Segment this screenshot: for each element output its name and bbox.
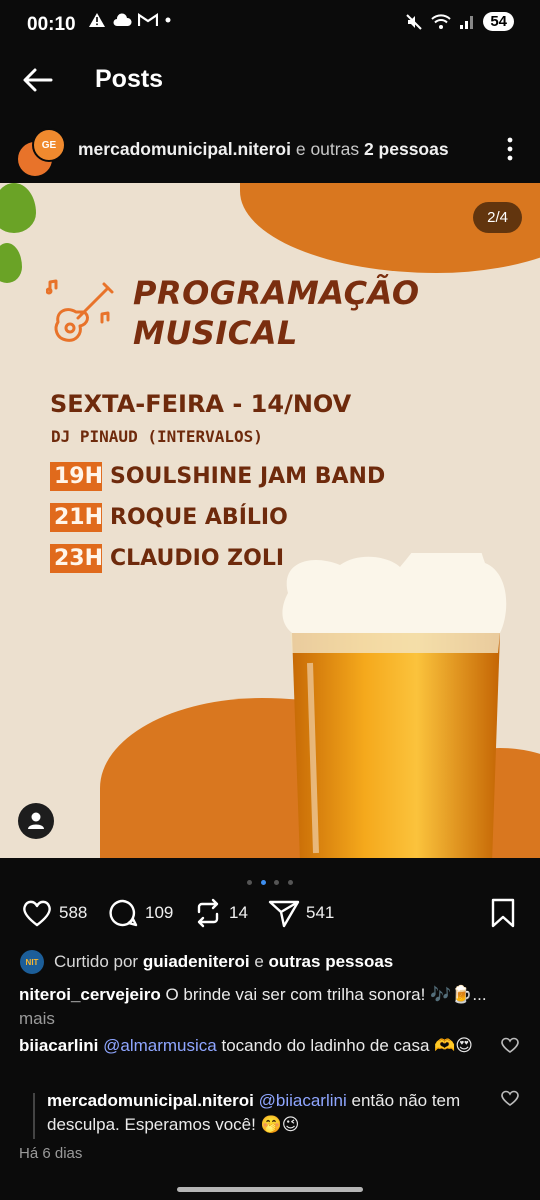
liked-by-others[interactable]: outras pessoas: [269, 952, 394, 971]
lineup-time: 23H: [50, 543, 103, 573]
liked-avatar-label: NIT: [25, 957, 39, 967]
guitar-icon: [46, 279, 114, 342]
comment-username[interactable]: mercadomunicipal.niteroi: [47, 1091, 254, 1110]
collab-avatar-label: GE: [41, 139, 57, 151]
liked-by-user[interactable]: guiadeniteroi: [143, 952, 250, 971]
status-bar: 00:10 54: [0, 0, 540, 52]
post-author-line[interactable]: mercadomunicipal.niteroi e outras 2 pess…: [78, 139, 449, 160]
share-button[interactable]: 541: [268, 898, 334, 928]
mute-icon: [406, 13, 423, 30]
caption-text: O brinde vai ser com trilha sonora! 🎶🍺..…: [165, 985, 487, 1004]
status-notification-icons: [88, 12, 172, 28]
liked-by-prefix: Curtido por: [54, 952, 139, 971]
send-icon: [268, 900, 300, 928]
reply-first-line: mercadomunicipal.niteroi @biiacarlini en…: [47, 1089, 487, 1113]
post-action-bar: 588 109 14 541: [0, 895, 540, 935]
wifi-icon: [431, 13, 452, 29]
lineup-time: 21H: [50, 502, 103, 532]
author-username[interactable]: mercadomunicipal.niteroi: [78, 139, 291, 159]
like-button[interactable]: 588: [21, 898, 87, 928]
caption-username[interactable]: niteroi_cervejeiro: [19, 985, 161, 1004]
comment: biiacarlini @almarmusica tocando do ladi…: [19, 1034, 489, 1058]
carousel-indicator: [0, 872, 540, 890]
carousel-dot-active: [260, 880, 266, 885]
post-timestamp: Há 6 dias: [19, 1145, 83, 1162]
dot-icon: [165, 17, 171, 23]
comment-button[interactable]: 109: [107, 898, 173, 928]
signal-icon: [460, 15, 474, 29]
collab-avatar: GE: [32, 128, 66, 162]
gmail-icon: [138, 13, 158, 26]
cloud-icon: [113, 13, 132, 26]
repost-button[interactable]: 14: [193, 898, 248, 928]
status-system-icons: 54: [405, 12, 514, 31]
poster-title-line2: MUSICAL: [133, 314, 298, 352]
comment-text: então não tem: [351, 1091, 461, 1110]
comment-reply: mercadomunicipal.niteroi @biiacarlini en…: [47, 1089, 487, 1137]
tagged-users-button[interactable]: [18, 803, 54, 839]
lineup-row: 21H ROQUE ABÍLIO: [50, 498, 385, 536]
comment-mention[interactable]: @almarmusica: [103, 1036, 217, 1055]
carousel-dot: [274, 880, 280, 885]
comment-username[interactable]: biiacarlini: [19, 1036, 98, 1055]
comment-like-heart-icon[interactable]: [500, 1088, 520, 1108]
lineup-time: 19H: [50, 461, 103, 491]
carousel-dot: [247, 880, 253, 885]
hop-leaf-icon: [0, 183, 36, 233]
top-app-bar: Posts: [0, 52, 540, 108]
comment-mention[interactable]: @biiacarlini: [259, 1091, 347, 1110]
caption-more-link[interactable]: mais: [19, 1009, 55, 1028]
lineup-artist: SOULSHINE JAM BAND: [110, 463, 386, 489]
avatar: NIT: [20, 950, 44, 974]
event-dj: DJ PINAUD (INTERVALOS): [51, 427, 263, 446]
bookmark-icon[interactable]: [490, 898, 516, 928]
liked-by-line[interactable]: NIT Curtido por guiadeniteroi e outras p…: [20, 950, 393, 974]
liked-by-text: Curtido por guiadeniteroi e outras pesso…: [54, 952, 393, 972]
comment-icon: [109, 899, 138, 927]
post-image-carousel[interactable]: 2/4 PROGRAMAÇÃO MUSICAL SEXTA-FEIRA - 14…: [0, 183, 540, 858]
page-title: Posts: [95, 65, 164, 93]
status-time: 00:10: [27, 14, 76, 35]
post-header: GE mercadomunicipal.niteroi e outras 2 p…: [0, 122, 540, 178]
post-caption: niteroi_cervejeiro O brinde vai ser com …: [19, 983, 524, 1031]
more-options-icon[interactable]: [498, 134, 522, 164]
carousel-dot: [287, 880, 293, 885]
like-count: 588: [59, 903, 88, 922]
beer-glass-illustration: [282, 553, 507, 858]
image-counter: 2/4: [473, 202, 522, 233]
liked-by-joiner: e: [254, 952, 264, 971]
lineup-artist: ROQUE ABÍLIO: [110, 504, 288, 530]
comment-like-heart-icon[interactable]: [500, 1035, 520, 1055]
others-count[interactable]: 2 pessoas: [364, 139, 449, 159]
gesture-home-bar[interactable]: [177, 1187, 363, 1192]
hop-leaf-icon: [0, 243, 22, 283]
repost-count: 14: [229, 903, 248, 922]
comment-text: tocando do ladinho de casa 🫶😍: [221, 1036, 474, 1055]
back-arrow-icon[interactable]: [20, 62, 56, 98]
author-avatar-group[interactable]: GE: [14, 126, 66, 178]
poster-title-line1: PROGRAMAÇÃO: [133, 274, 420, 312]
lineup-artist: CLAUDIO ZOLI: [110, 545, 285, 571]
share-count: 541: [306, 903, 335, 922]
author-suffix: e outras: [295, 139, 360, 159]
heart-icon: [23, 900, 51, 927]
comment-text-continued: desculpa. Esperamos você! 🤭😉: [47, 1115, 300, 1134]
battery-indicator: 54: [483, 12, 514, 31]
reply-thread-line: [33, 1093, 35, 1139]
comment-count: 109: [145, 903, 174, 922]
lineup-row: 19H SOULSHINE JAM BAND: [50, 457, 385, 495]
warning-icon: [89, 13, 105, 27]
person-icon: [28, 812, 44, 829]
poster-title: PROGRAMAÇÃO MUSICAL: [133, 273, 420, 353]
repost-icon: [197, 898, 219, 928]
event-date: SEXTA-FEIRA - 14/NOV: [50, 390, 352, 418]
